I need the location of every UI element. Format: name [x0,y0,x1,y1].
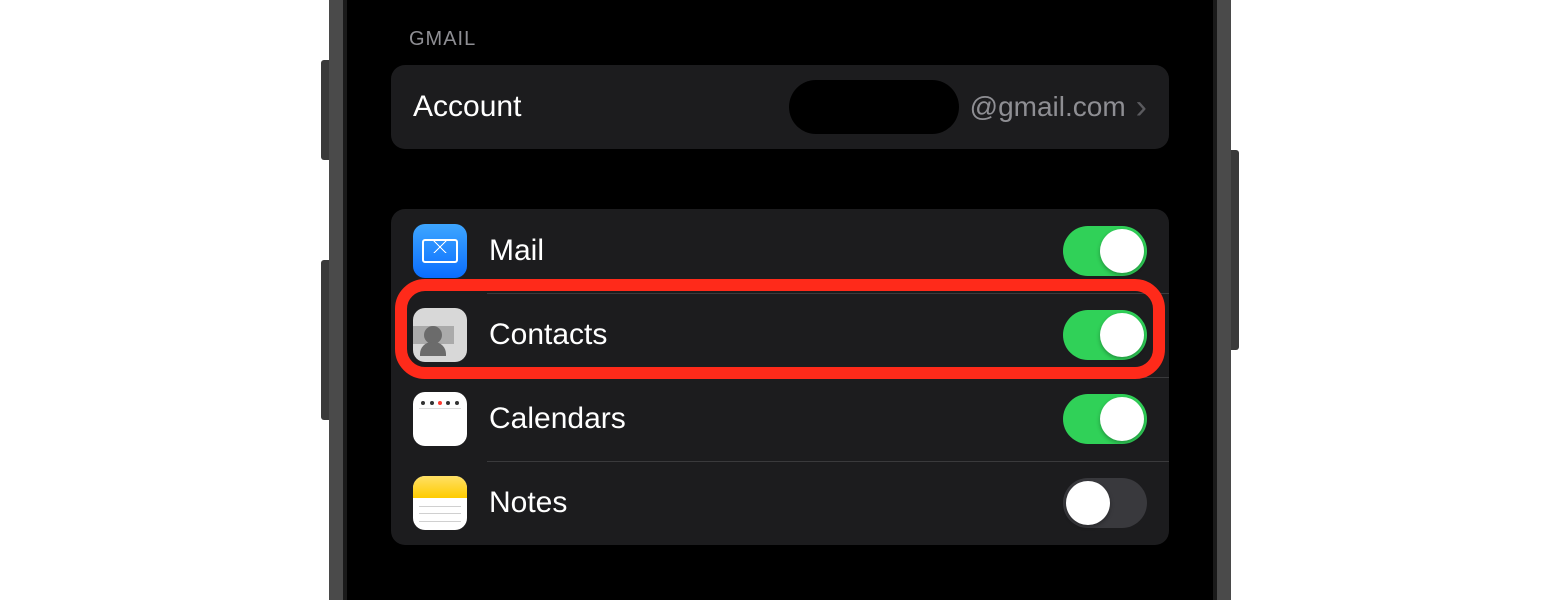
notes-icon [413,476,467,530]
service-row-contacts: Contacts [391,293,1169,377]
toggle-notes[interactable] [1063,478,1147,528]
service-label-contacts: Contacts [489,318,1063,352]
toggle-mail[interactable] [1063,226,1147,276]
account-value: @gmail.com [970,91,1126,123]
service-label-mail: Mail [489,234,1063,268]
section-header-gmail: GMAIL [385,0,1175,65]
calendars-icon [413,392,467,446]
toggle-calendars[interactable] [1063,394,1147,444]
account-row[interactable]: Account @gmail.com › [391,65,1169,149]
power-button [1231,150,1239,350]
toggle-contacts[interactable] [1063,310,1147,360]
service-label-calendars: Calendars [489,402,1063,436]
service-row-calendars: Calendars [391,377,1169,461]
spacer [385,149,1175,209]
services-group: Mail Contacts Ca [391,209,1169,545]
mail-icon [413,224,467,278]
account-group: Account @gmail.com › [391,65,1169,149]
service-row-mail: Mail [391,209,1169,293]
volume-up-button [321,60,329,160]
phone-frame: GMAIL Account @gmail.com › Mail [329,0,1231,600]
redacted-email-prefix [789,80,959,134]
service-label-notes: Notes [489,486,1063,520]
screen: GMAIL Account @gmail.com › Mail [385,0,1175,600]
chevron-right-icon: › [1136,90,1147,124]
service-row-notes: Notes [391,461,1169,545]
volume-down-button [321,260,329,420]
contacts-icon [413,308,467,362]
